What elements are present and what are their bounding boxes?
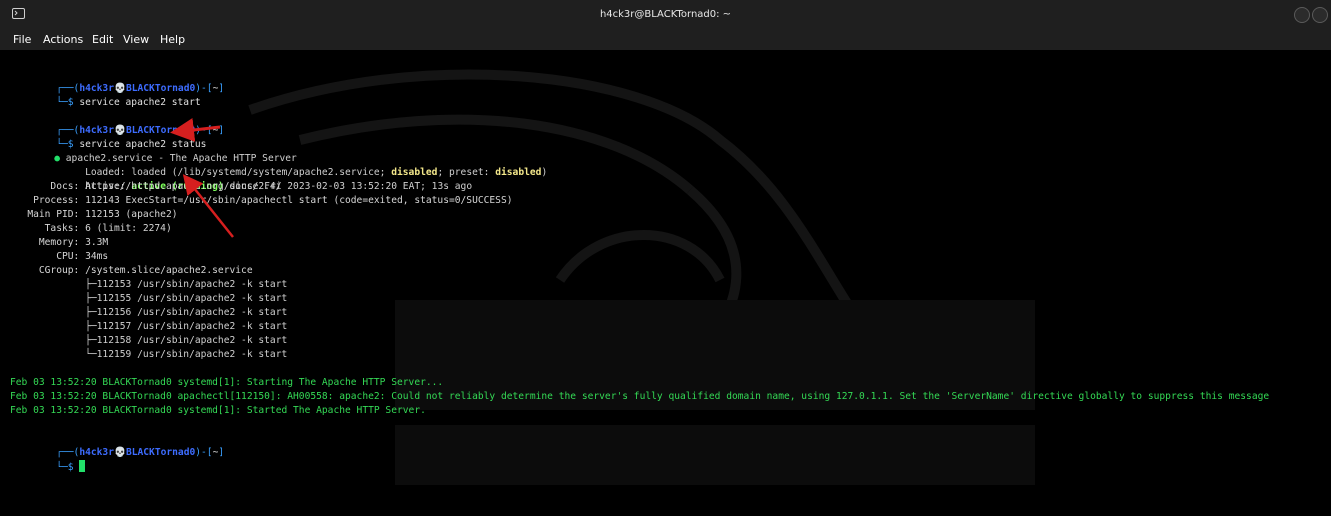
terminal-window: h4ck3r@BLACKTornad0: ~ File Actions Edit… (0, 0, 1331, 516)
minimize-button[interactable] (1294, 7, 1310, 23)
close-button[interactable] (1312, 7, 1328, 23)
terminal-output[interactable]: ┌──(h4ck3r💀BLACKTornad0)-[~] └─$ service… (0, 50, 1331, 516)
menu-view[interactable]: View (123, 33, 149, 46)
menu-help[interactable]: Help (160, 33, 185, 46)
red-annotation-arrow-icon (170, 118, 234, 238)
menu-file[interactable]: File (13, 33, 31, 46)
menu-actions[interactable]: Actions (43, 33, 83, 46)
menu-bar: File Actions Edit View Help (0, 31, 1331, 50)
title-bar: h4ck3r@BLACKTornad0: ~ (0, 0, 1331, 32)
window-title: h4ck3r@BLACKTornad0: ~ (599, 9, 732, 20)
menu-edit[interactable]: Edit (92, 33, 113, 46)
